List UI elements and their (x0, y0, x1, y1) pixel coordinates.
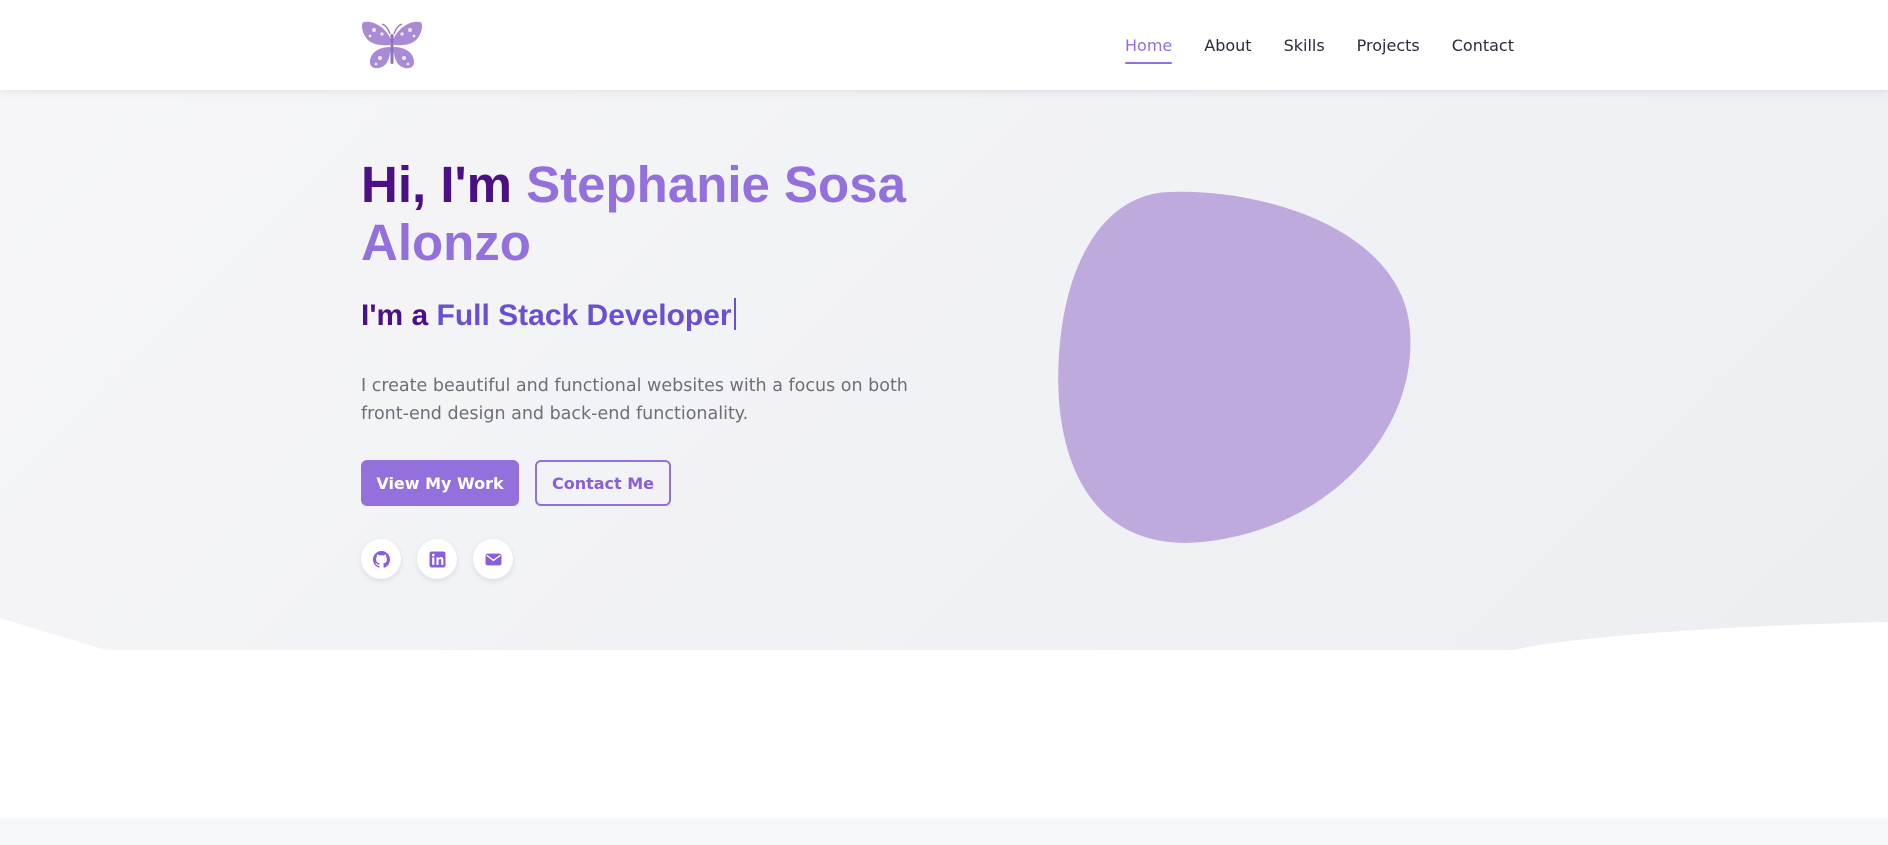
hero-title: Hi, I'm Stephanie Sosa Alonzo (361, 156, 921, 272)
email-link[interactable] (473, 539, 513, 579)
contact-me-button[interactable]: Contact Me (535, 460, 671, 506)
hero-subtitle: I'm a Full Stack Developer (361, 298, 736, 333)
linkedin-icon (429, 551, 445, 567)
linkedin-link[interactable] (417, 539, 457, 579)
site-header: Home About Skills Projects Contact (0, 0, 1888, 90)
hero-greeting: Hi, I'm (361, 156, 527, 213)
github-link[interactable] (361, 539, 401, 579)
next-section-band (0, 818, 1888, 845)
main-nav: Home About Skills Projects Contact (1125, 0, 1514, 90)
typing-cursor (733, 298, 736, 330)
hero-description: I create beautiful and functional websit… (361, 376, 908, 424)
hero-section (0, 90, 1888, 760)
nav-about-link[interactable]: About (1204, 30, 1251, 61)
hero-role: Full Stack Developer (436, 299, 732, 332)
butterfly-logo[interactable] (360, 20, 424, 72)
nav-projects-link[interactable]: Projects (1357, 30, 1420, 61)
view-my-work-button[interactable]: View My Work (361, 460, 519, 506)
hero-blob-shape (1058, 191, 1411, 543)
nav-home-link[interactable]: Home (1125, 30, 1173, 64)
nav-contact-link[interactable]: Contact (1452, 30, 1514, 61)
nav-skills-link[interactable]: Skills (1284, 30, 1325, 61)
github-icon (372, 550, 390, 568)
wave-divider (0, 618, 1888, 760)
subtitle-prefix: I'm a (361, 299, 437, 332)
email-icon (485, 553, 501, 565)
